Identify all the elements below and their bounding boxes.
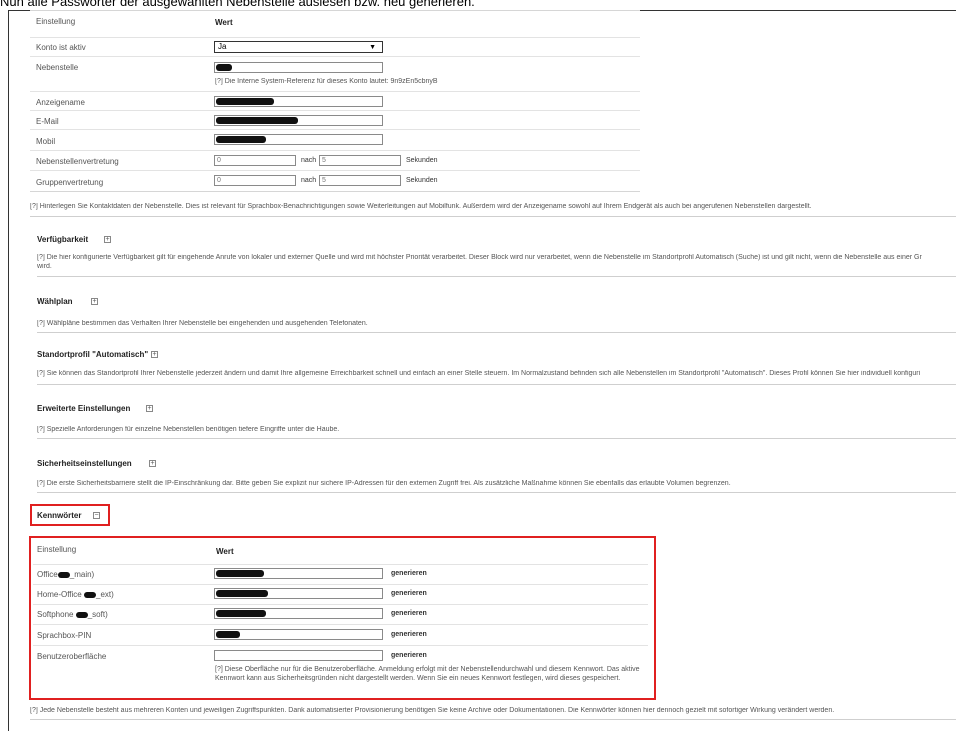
- mobile-label: Mobil: [36, 137, 56, 146]
- group-rep-unit: Sekunden: [406, 177, 438, 184]
- ext-rep-unit: Sekunden: [406, 157, 438, 164]
- redaction-mark: [84, 591, 96, 598]
- pw-row-label: Home-Office _ext): [37, 590, 114, 599]
- ext-rep-label: Nebenstellenvertretung: [36, 157, 119, 166]
- col-value-header: Wert: [215, 18, 233, 27]
- caret-down-icon: ▼: [369, 44, 376, 51]
- pw-label-ui: Benutzeroberfläche: [37, 652, 107, 661]
- active-select-value: Ja: [218, 42, 227, 51]
- generate-button-ui[interactable]: generieren: [391, 652, 427, 659]
- extension-input[interactable]: [214, 62, 383, 73]
- redaction-mark: [216, 570, 264, 577]
- section-hint-location-profile: [?] Sie können das Standortprofil Ihrer …: [37, 370, 921, 377]
- active-label: Konto ist aktiv: [36, 43, 86, 52]
- divider: [37, 384, 956, 385]
- section-title-passwords[interactable]: Kennwörter: [37, 511, 81, 520]
- generate-button-softphone[interactable]: generieren: [391, 610, 427, 617]
- generate-button-office[interactable]: generieren: [391, 570, 427, 577]
- section-hint-availability-cont: wird.: [37, 263, 52, 270]
- group-rep-label: Gruppenvertretung: [36, 178, 104, 187]
- generate-button-voicebox[interactable]: generieren: [391, 631, 427, 638]
- ui-password-hint: [?] Diese Oberfläche nur für die Benutze…: [215, 666, 640, 682]
- col-setting-header: Einstellung: [36, 17, 76, 26]
- divider: [37, 276, 956, 277]
- ext-rep-from-input[interactable]: 0: [214, 155, 296, 166]
- redaction-mark: [57, 571, 70, 578]
- expand-plus-icon[interactable]: +: [149, 460, 156, 467]
- top-caption: Nun alle Passwörter der ausgewählten Neb…: [0, 0, 475, 9]
- redaction-mark: [216, 610, 266, 617]
- divider: [30, 216, 956, 217]
- group-rep-from-input[interactable]: 0: [214, 175, 296, 186]
- redaction-mark: [216, 590, 268, 597]
- expand-plus-icon[interactable]: +: [146, 405, 153, 412]
- generate-button-homeoffice[interactable]: generieren: [391, 590, 427, 597]
- redaction-mark: [75, 611, 88, 618]
- pw-label-softphone-suffix: _soft): [87, 610, 108, 619]
- section-title-location-profile[interactable]: Standortprofil "Automatisch": [37, 350, 148, 359]
- table-row: [33, 604, 648, 605]
- email-label: E-Mail: [36, 117, 59, 126]
- table-border-top: [30, 10, 640, 11]
- pw-label-office-suffix: _main): [69, 570, 95, 579]
- table-row: [33, 564, 648, 565]
- expand-plus-icon[interactable]: +: [151, 351, 158, 358]
- pw-label-office: Office: [37, 570, 58, 579]
- divider: [37, 492, 956, 493]
- pw-row-label: Softphone _soft): [37, 610, 108, 619]
- section-hint-security: [?] Die erste Sicherheitsbarriere stellt…: [37, 480, 731, 487]
- section-hint-dialplan: [?] Wählpläne bestimmen das Verhalten Ih…: [37, 320, 368, 327]
- pw-row-label: Office _main): [37, 570, 94, 579]
- group-rep-to-input[interactable]: 5: [319, 175, 401, 186]
- display-name-label: Anzeigename: [36, 98, 85, 107]
- section-title-dialplan[interactable]: Wählplan: [37, 297, 73, 306]
- collapse-minus-icon[interactable]: −: [93, 512, 100, 519]
- active-select[interactable]: Ja ▼: [214, 41, 383, 53]
- redaction-mark: [216, 117, 298, 124]
- pw-label-homeoffice-suffix: _ext): [96, 590, 114, 599]
- expand-plus-icon[interactable]: +: [91, 298, 98, 305]
- section-hint-availability: [?] Die hier konfigurierte Verfügbarkeit…: [37, 254, 922, 261]
- ext-hint: [?] Die Interne System-Referenz für dies…: [215, 78, 438, 85]
- divider: [37, 438, 956, 439]
- redaction-mark: [216, 98, 274, 105]
- pw-col-setting-header: Einstellung: [37, 545, 77, 554]
- redaction-mark: [216, 631, 240, 638]
- redaction-mark: [216, 64, 232, 71]
- divider: [37, 332, 956, 333]
- passwords-footer-hint: [?] Jede Nebenstelle besteht aus mehrere…: [30, 707, 835, 714]
- account-hint: [?] Hinterlegen Sie Kontaktdaten der Neb…: [30, 203, 812, 210]
- pw-label-softphone: Softphone: [37, 610, 74, 619]
- ext-label: Nebenstelle: [36, 63, 79, 72]
- ext-rep-after-label: nach: [301, 157, 317, 164]
- pw-label-homeoffice: Home-Office: [37, 590, 82, 599]
- expand-plus-icon[interactable]: +: [104, 236, 111, 243]
- pw-label-voicebox: Sprachbox-PIN: [37, 631, 92, 640]
- divider: [30, 719, 956, 720]
- ext-rep-to-input[interactable]: 5: [319, 155, 401, 166]
- section-title-security[interactable]: Sicherheitseinstellungen: [37, 459, 132, 468]
- ui-password-input[interactable]: [214, 650, 383, 661]
- section-title-advanced[interactable]: Erweiterte Einstellungen: [37, 404, 130, 413]
- table-row: [33, 645, 648, 646]
- section-title-availability[interactable]: Verfügbarkeit: [37, 235, 88, 244]
- group-rep-after-label: nach: [301, 177, 317, 184]
- table-row: [33, 584, 648, 585]
- redaction-mark: [216, 136, 266, 143]
- table-border-bottom: [30, 191, 640, 192]
- table-row: [33, 624, 648, 625]
- pw-col-value-header: Wert: [216, 547, 234, 556]
- section-hint-advanced: [?] Spezielle Anforderungen für einzelne…: [37, 426, 340, 433]
